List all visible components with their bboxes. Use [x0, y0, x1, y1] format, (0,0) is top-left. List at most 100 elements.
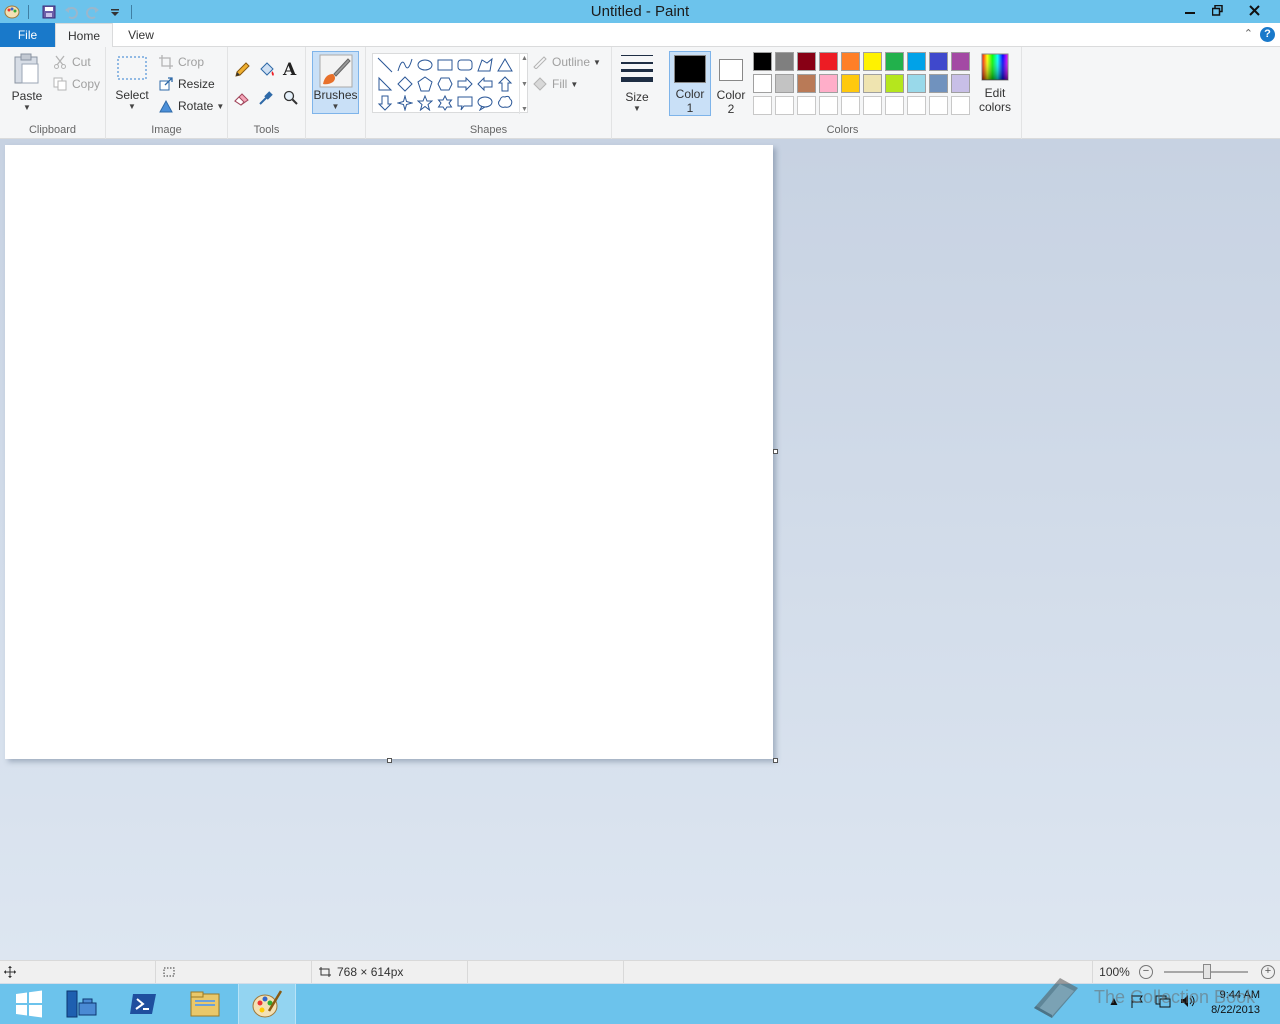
palette-color-swatch[interactable] [819, 52, 838, 71]
color2-button[interactable]: Color 2 [713, 51, 749, 116]
oval-shape-icon[interactable] [415, 55, 435, 75]
paint-icon[interactable] [238, 984, 296, 1024]
resize-button[interactable]: Resize [158, 74, 215, 94]
custom-color-slot[interactable] [885, 96, 904, 115]
palette-color-swatch[interactable] [841, 52, 860, 71]
fill-button[interactable]: Fill ▼ [532, 74, 578, 94]
size-button[interactable]: Size ▼ [618, 53, 656, 113]
custom-color-slot[interactable] [797, 96, 816, 115]
custom-color-slot[interactable] [951, 96, 970, 115]
zoom-in-icon[interactable]: + [1261, 965, 1275, 979]
diamond-shape-icon[interactable] [395, 74, 415, 94]
paste-dropdown-icon[interactable]: ▼ [23, 103, 31, 112]
restore-icon[interactable] [1204, 0, 1230, 20]
rounded-rectangle-shape-icon[interactable] [455, 55, 475, 75]
palette-color-swatch[interactable] [797, 74, 816, 93]
crop-button[interactable]: Crop [158, 52, 204, 72]
copy-button[interactable]: Copy [52, 74, 100, 94]
palette-color-swatch[interactable] [775, 74, 794, 93]
rectangle-shape-icon[interactable] [435, 55, 455, 75]
custom-color-slot[interactable] [907, 96, 926, 115]
collapse-ribbon-icon[interactable]: ⌃ [1244, 27, 1253, 40]
color-picker-icon[interactable] [258, 88, 278, 108]
down-arrow-shape-icon[interactable] [375, 93, 395, 113]
four-point-star-shape-icon[interactable] [395, 93, 415, 113]
help-icon[interactable]: ? [1260, 27, 1275, 42]
fill-bucket-icon[interactable] [258, 60, 278, 80]
paste-button[interactable]: Paste ▼ [8, 53, 46, 112]
polygon-shape-icon[interactable] [475, 55, 495, 75]
right-triangle-shape-icon[interactable] [375, 74, 395, 94]
resize-handle-right[interactable] [773, 449, 778, 454]
palette-color-swatch[interactable] [907, 74, 926, 93]
custom-color-slot[interactable] [929, 96, 948, 115]
palette-color-swatch[interactable] [885, 52, 904, 71]
pencil-icon[interactable] [234, 60, 254, 80]
fill-dropdown-icon[interactable]: ▼ [570, 80, 578, 89]
right-arrow-shape-icon[interactable] [455, 74, 475, 94]
edit-colors-button[interactable]: Edit colors [976, 53, 1014, 114]
minimize-icon[interactable] [1177, 0, 1203, 20]
resize-handle-corner[interactable] [773, 758, 778, 763]
outline-button[interactable]: Outline ▼ [532, 52, 601, 72]
palette-color-swatch[interactable] [753, 74, 772, 93]
select-button[interactable]: Select ▼ [114, 55, 150, 111]
palette-color-swatch[interactable] [775, 52, 794, 71]
file-explorer-icon[interactable] [176, 984, 234, 1024]
rotate-button[interactable]: Rotate ▼ [158, 96, 224, 116]
curve-shape-icon[interactable] [395, 55, 415, 75]
hexagon-shape-icon[interactable] [435, 74, 455, 94]
shapes-scrollbar[interactable]: ▲ ▼ ▼ [519, 54, 529, 114]
expand-gallery-icon[interactable]: ▼ [521, 106, 528, 113]
custom-color-slot[interactable] [753, 96, 772, 115]
windows-start-icon[interactable] [0, 984, 58, 1024]
brushes-dropdown-icon[interactable]: ▼ [332, 102, 340, 111]
server-manager-icon[interactable] [52, 984, 110, 1024]
palette-color-swatch[interactable] [753, 52, 772, 71]
scroll-up-icon[interactable]: ▲ [521, 55, 528, 62]
select-dropdown-icon[interactable]: ▼ [128, 102, 136, 111]
palette-color-swatch[interactable] [929, 74, 948, 93]
magnifier-icon[interactable] [283, 88, 303, 108]
tab-file[interactable]: File [0, 23, 55, 47]
rectangle-callout-shape-icon[interactable] [455, 93, 475, 113]
outline-dropdown-icon[interactable]: ▼ [593, 58, 601, 67]
palette-color-swatch[interactable] [797, 52, 816, 71]
palette-color-swatch[interactable] [863, 52, 882, 71]
text-tool-icon[interactable]: A [283, 60, 303, 80]
scroll-down-icon[interactable]: ▼ [521, 81, 528, 88]
custom-color-slot[interactable] [819, 96, 838, 115]
pentagon-shape-icon[interactable] [415, 74, 435, 94]
color1-button[interactable]: Color 1 [669, 51, 711, 116]
up-arrow-shape-icon[interactable] [495, 74, 515, 94]
five-point-star-shape-icon[interactable] [415, 93, 435, 113]
palette-color-swatch[interactable] [819, 74, 838, 93]
palette-color-swatch[interactable] [863, 74, 882, 93]
six-point-star-shape-icon[interactable] [435, 93, 455, 113]
palette-color-swatch[interactable] [885, 74, 904, 93]
triangle-shape-icon[interactable] [495, 55, 515, 75]
palette-color-swatch[interactable] [951, 52, 970, 71]
close-icon[interactable] [1231, 0, 1277, 20]
drawing-canvas[interactable] [5, 145, 773, 759]
size-dropdown-icon[interactable]: ▼ [633, 104, 641, 113]
tab-view[interactable]: View [115, 23, 167, 47]
resize-handle-bottom[interactable] [387, 758, 392, 763]
palette-color-swatch[interactable] [907, 52, 926, 71]
palette-color-swatch[interactable] [951, 74, 970, 93]
eraser-icon[interactable] [234, 88, 254, 108]
custom-color-slot[interactable] [841, 96, 860, 115]
oval-callout-shape-icon[interactable] [475, 93, 495, 113]
line-shape-icon[interactable] [375, 55, 395, 75]
powershell-icon[interactable] [114, 984, 172, 1024]
custom-color-slot[interactable] [775, 96, 794, 115]
brushes-button[interactable]: Brushes ▼ [312, 51, 359, 114]
palette-color-swatch[interactable] [929, 52, 948, 71]
left-arrow-shape-icon[interactable] [475, 74, 495, 94]
cloud-callout-shape-icon[interactable] [495, 93, 515, 113]
palette-color-swatch[interactable] [841, 74, 860, 93]
tab-home[interactable]: Home [55, 23, 113, 48]
cut-button[interactable]: Cut [52, 52, 91, 72]
custom-color-slot[interactable] [863, 96, 882, 115]
rotate-dropdown-icon[interactable]: ▼ [216, 102, 224, 111]
